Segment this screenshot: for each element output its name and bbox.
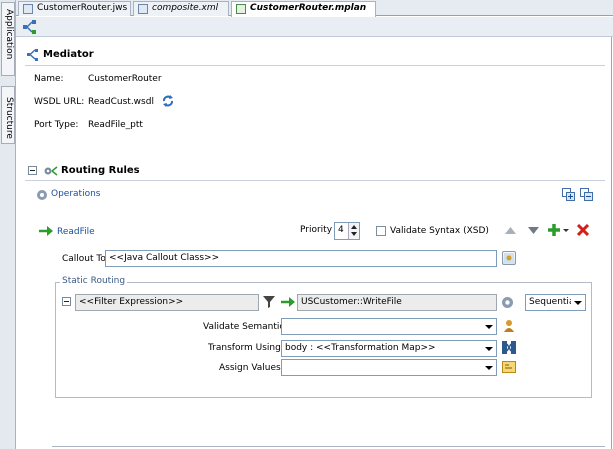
static-route-collapse-toggle[interactable]: [62, 297, 71, 306]
structure-tab[interactable]: Structure: [1, 86, 15, 144]
expand-all-icon[interactable]: [562, 188, 575, 201]
callout-class-value: <<Java Callout Class>>: [109, 253, 220, 263]
mediator-route-icon[interactable]: [23, 20, 37, 34]
static-routing-label: Static Routing: [60, 276, 128, 286]
tab-label: composite.xml: [152, 3, 219, 13]
browse-icon: [504, 253, 514, 263]
structure-tab-label: Structure: [4, 97, 14, 139]
validate-syntax-label: Validate Syntax (XSD): [390, 226, 489, 236]
semantic-user-icon[interactable]: [503, 319, 515, 333]
operation-panel-bottom: [52, 446, 605, 447]
transformation-map-icon[interactable]: [502, 341, 516, 354]
add-routing-rule-icon[interactable]: [548, 223, 570, 237]
application-tab-label: Application: [4, 9, 14, 60]
filter-expression-field[interactable]: <<Filter Expression>>: [75, 294, 259, 311]
assign-values-icon[interactable]: [502, 361, 516, 373]
priority-spinner[interactable]: 4: [334, 222, 360, 240]
tab-customerrouter-jws[interactable]: CustomerRouter.jws: [18, 1, 131, 16]
tab-customerrouter-mplan[interactable]: CustomerRouter.mplan: [231, 1, 376, 17]
routing-divider: [25, 180, 605, 181]
tab-label: CustomerRouter.mplan: [250, 3, 367, 13]
wsdl-url-label: WSDL URL:: [34, 97, 85, 107]
priority-label: Priority: [300, 225, 333, 235]
name-label: Name:: [34, 74, 64, 84]
move-up-icon[interactable]: [505, 227, 516, 234]
priority-value: 4: [338, 225, 344, 235]
validate-semantic-select[interactable]: [281, 318, 497, 335]
operations-gear-icon: [37, 190, 47, 200]
assign-values-dropdown[interactable]: [482, 360, 496, 375]
tab-label: CustomerRouter.jws: [37, 3, 128, 13]
callout-to-label: Callout To: [62, 254, 106, 264]
transform-map-select[interactable]: body : <<Transformation Map>>: [281, 340, 497, 357]
assign-values-label: Assign Values: [219, 363, 281, 373]
mplan-file-icon: [236, 4, 246, 14]
move-down-icon[interactable]: [528, 227, 539, 234]
collapse-all-icon[interactable]: [580, 188, 593, 201]
editor-right-border: [611, 37, 612, 449]
transform-map-dropdown[interactable]: [482, 341, 496, 356]
assign-values-select[interactable]: [281, 359, 497, 376]
execution-mode-dropdown[interactable]: [571, 295, 585, 310]
tab-composite-xml[interactable]: composite.xml: [133, 1, 229, 16]
operations-link[interactable]: Operations: [51, 189, 100, 199]
application-tab[interactable]: Application: [1, 2, 15, 76]
route-target-arrow-icon: [281, 297, 295, 307]
callout-class-field[interactable]: <<Java Callout Class>>: [105, 250, 497, 267]
editor-tab-strip: CustomerRouter.jws composite.xml Custome…: [16, 0, 613, 17]
side-panel-tabs: Application Structure: [0, 0, 16, 449]
routing-rules-icon: [44, 166, 58, 176]
filter-expression-value: <<Filter Expression>>: [79, 297, 184, 307]
wsdl-url-value: ReadCust.wsdl: [88, 97, 154, 107]
validate-syntax-checkbox[interactable]: [376, 226, 386, 236]
port-type-value: ReadFile_ptt: [88, 120, 143, 130]
operation-readfile-link[interactable]: ReadFile: [57, 227, 95, 237]
execution-mode-select[interactable]: Sequential: [525, 294, 586, 311]
refresh-wsdl-icon[interactable]: [161, 94, 175, 108]
execution-mode-value: Sequential: [529, 297, 577, 307]
filter-icon[interactable]: [263, 296, 275, 308]
validate-semantic-dropdown[interactable]: [482, 319, 496, 334]
validate-semantic-label: Validate Semantic: [203, 322, 285, 332]
routing-collapse-toggle[interactable]: [28, 166, 37, 175]
priority-spin-buttons[interactable]: [348, 223, 359, 239]
routing-rules-title: Routing Rules: [61, 165, 140, 176]
mediator-icon: [27, 49, 38, 61]
editor-toolbar: [16, 17, 613, 37]
mediator-title: Mediator: [43, 49, 94, 60]
green-arrow-icon: [39, 226, 53, 236]
route-settings-gear-icon[interactable]: [501, 296, 514, 309]
name-value: CustomerRouter: [88, 74, 162, 84]
jws-file-icon: [23, 4, 33, 14]
delete-rule-icon[interactable]: [577, 224, 589, 236]
port-type-label: Port Type:: [34, 120, 79, 130]
callout-browse-button[interactable]: [502, 251, 516, 265]
transform-using-label: Transform Using: [208, 343, 281, 353]
mediator-divider: [25, 65, 605, 66]
transform-map-value: body : <<Transformation Map>>: [285, 343, 436, 353]
route-target-field[interactable]: USCustomer::WriteFile: [297, 294, 497, 311]
route-target-value: USCustomer::WriteFile: [301, 297, 402, 307]
xml-file-icon: [138, 4, 148, 14]
